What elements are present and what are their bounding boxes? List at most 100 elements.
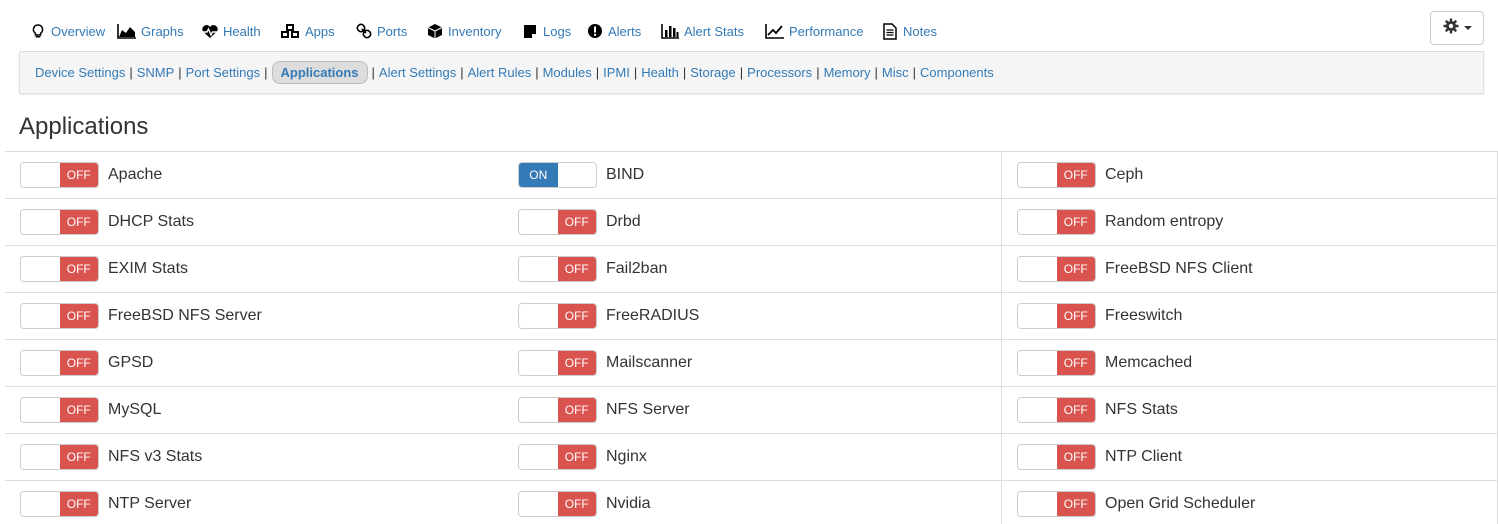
- toggle-handle: [519, 210, 558, 234]
- toggle-handle: [519, 351, 558, 375]
- toggle-handle: [21, 398, 60, 422]
- subnav-storage[interactable]: Storage: [690, 65, 736, 80]
- separator: |: [816, 65, 820, 80]
- application-row: OFF Nginx: [503, 433, 1002, 480]
- application-toggle[interactable]: OFF: [1017, 491, 1096, 517]
- application-toggle[interactable]: OFF: [1017, 350, 1096, 376]
- subnav-ipmi[interactable]: IPMI: [603, 65, 630, 80]
- lightbulb-icon: [29, 22, 47, 40]
- application-name: Open Grid Scheduler: [1105, 495, 1256, 512]
- application-name: NFS v3 Stats: [108, 448, 203, 465]
- tab-label: Alerts: [608, 23, 642, 39]
- tab-alert-stats[interactable]: Alert Stats: [660, 21, 744, 41]
- subnav-components[interactable]: Components: [920, 65, 994, 80]
- subnav-alert-settings[interactable]: Alert Settings: [379, 65, 456, 80]
- application-toggle[interactable]: OFF: [20, 303, 99, 329]
- subnav-applications[interactable]: Applications: [271, 61, 368, 84]
- application-name: Random entropy: [1105, 213, 1224, 230]
- application-row: OFF Fail2ban: [503, 245, 1002, 292]
- application-toggle[interactable]: OFF: [518, 350, 597, 376]
- application-toggle[interactable]: OFF: [1017, 162, 1096, 188]
- toggle-state-label: OFF: [557, 304, 596, 328]
- tab-overview[interactable]: Overview: [29, 21, 105, 41]
- tab-inventory[interactable]: Inventory: [426, 21, 501, 41]
- top-navigation: Overview Graphs Health Apps Ports Invent…: [20, 0, 1484, 52]
- application-row: OFF NFS Server: [503, 386, 1002, 433]
- application-name: Drbd: [606, 213, 641, 230]
- subnav-snmp[interactable]: SNMP: [137, 65, 175, 80]
- subnav-memory[interactable]: Memory: [824, 65, 871, 80]
- separator: |: [129, 65, 133, 80]
- toggle-handle: [519, 445, 558, 469]
- settings-dropdown-button[interactable]: [1430, 11, 1484, 45]
- toggle-state-label: OFF: [557, 445, 596, 469]
- tab-performance[interactable]: Performance: [765, 21, 863, 41]
- toggle-handle: [21, 445, 60, 469]
- subnav-health[interactable]: Health: [641, 65, 679, 80]
- tab-logs[interactable]: Logs: [521, 21, 571, 41]
- separator: |: [739, 65, 744, 80]
- application-row: OFF NTP Server: [5, 480, 503, 524]
- application-toggle[interactable]: OFF: [1017, 303, 1096, 329]
- toggle-state-label: OFF: [59, 163, 98, 187]
- bar-chart-icon: [660, 22, 680, 40]
- application-toggle[interactable]: OFF: [1017, 256, 1096, 282]
- application-toggle[interactable]: OFF: [20, 209, 99, 235]
- application-name: Mailscanner: [606, 354, 693, 371]
- toggle-handle: [1018, 210, 1057, 234]
- application-toggle[interactable]: OFF: [1017, 397, 1096, 423]
- page-title: Applications: [19, 113, 149, 140]
- application-toggle[interactable]: OFF: [518, 209, 597, 235]
- subnav-modules[interactable]: Modules: [543, 65, 592, 80]
- application-toggle[interactable]: OFF: [20, 162, 99, 188]
- application-name: FreeBSD NFS Server: [108, 307, 262, 324]
- application-toggle[interactable]: OFF: [518, 491, 597, 517]
- separator: |: [595, 65, 600, 80]
- application-toggle[interactable]: OFF: [20, 397, 99, 423]
- subnav-device-settings[interactable]: Device Settings: [35, 65, 125, 80]
- tab-alerts[interactable]: Alerts: [586, 21, 641, 41]
- application-toggle[interactable]: OFF: [518, 397, 597, 423]
- tab-graphs[interactable]: Graphs: [117, 21, 184, 41]
- toggle-state-label: OFF: [557, 492, 596, 516]
- subnav-processors[interactable]: Processors: [747, 65, 812, 80]
- application-toggle[interactable]: OFF: [20, 256, 99, 282]
- toggle-state-label: OFF: [557, 257, 596, 281]
- application-name: Freeswitch: [1105, 307, 1183, 324]
- tab-ports[interactable]: Ports: [355, 21, 407, 41]
- tab-notes[interactable]: Notes: [881, 21, 937, 41]
- application-row: OFF MySQL: [5, 386, 503, 433]
- application-toggle[interactable]: ON: [518, 162, 597, 188]
- application-toggle[interactable]: OFF: [518, 256, 597, 282]
- toggle-state-label: OFF: [59, 351, 98, 375]
- application-toggle[interactable]: OFF: [1017, 444, 1096, 470]
- application-row: OFF GPSD: [5, 339, 503, 386]
- toggle-state-label: OFF: [1056, 445, 1095, 469]
- heartbeat-icon: [201, 22, 219, 40]
- application-toggle[interactable]: OFF: [518, 303, 597, 329]
- application-toggle[interactable]: OFF: [518, 444, 597, 470]
- line-chart-icon: [765, 22, 785, 40]
- toggle-handle: [1018, 257, 1057, 281]
- application-name: Ceph: [1105, 166, 1144, 183]
- tab-apps[interactable]: Apps: [279, 21, 335, 41]
- subnav-alert-rules[interactable]: Alert Rules: [468, 65, 532, 80]
- separator: |: [682, 65, 687, 80]
- toggle-handle: [1018, 163, 1057, 187]
- application-toggle[interactable]: OFF: [1017, 209, 1096, 235]
- application-row: OFF Memcached: [1002, 339, 1498, 386]
- application-toggle[interactable]: OFF: [20, 444, 99, 470]
- subnav-misc[interactable]: Misc: [882, 65, 909, 80]
- toggle-handle: [519, 257, 558, 281]
- application-toggle[interactable]: OFF: [20, 491, 99, 517]
- application-row: OFF EXIM Stats: [5, 245, 503, 292]
- application-name: DHCP Stats: [108, 213, 194, 230]
- link-icon: [355, 22, 373, 40]
- chevron-down-icon: [1463, 26, 1472, 30]
- subnav-port-settings[interactable]: Port Settings: [186, 65, 260, 80]
- toggle-handle: [519, 492, 558, 516]
- application-row: OFF Nvidia: [503, 480, 1002, 524]
- toggle-state-label: OFF: [1056, 210, 1095, 234]
- tab-health[interactable]: Health: [201, 21, 261, 41]
- application-toggle[interactable]: OFF: [20, 350, 99, 376]
